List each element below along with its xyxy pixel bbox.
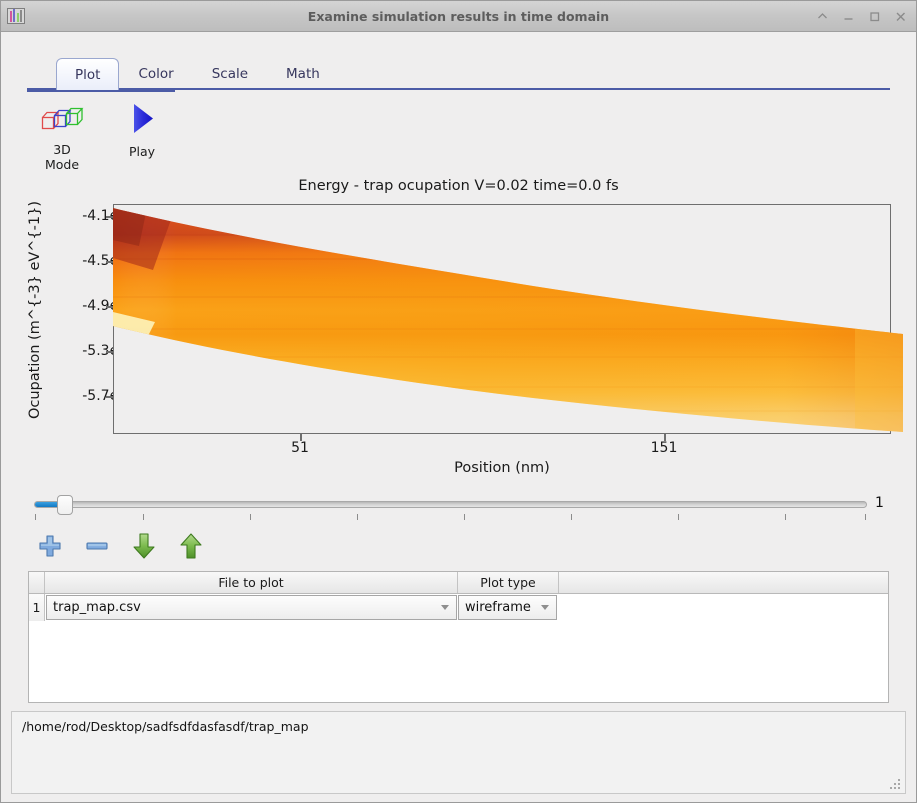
chevron-down-icon — [441, 605, 449, 610]
x-tick-label-0: 51 — [291, 440, 309, 456]
tab-color[interactable]: Color — [119, 58, 192, 89]
minimize-button[interactable] — [841, 9, 856, 24]
slider-tick — [35, 514, 36, 520]
plot-type-value: wireframe — [465, 600, 531, 615]
slider-tick — [143, 514, 144, 520]
table-header-filler — [559, 572, 888, 593]
tab-math[interactable]: Math — [267, 58, 339, 89]
plot-files-table: File to plot Plot type 1 trap_map.csv wi… — [28, 571, 889, 703]
three-cubes-icon — [40, 102, 84, 140]
toolbar: 3D Mode — [1, 94, 916, 172]
plot-area: Energy - trap ocupation V=0.02 time=0.0 … — [1, 178, 916, 483]
title-bar: Examine simulation results in time domai… — [1, 1, 916, 32]
file-to-plot-dropdown[interactable]: trap_map.csv — [46, 595, 457, 620]
play-label: Play — [129, 144, 155, 159]
tab-plot-label: Plot — [75, 67, 100, 83]
window-controls — [815, 9, 908, 24]
3d-mode-label-line2: Mode — [45, 157, 79, 172]
y-tick-mark-0 — [106, 216, 113, 218]
tab-color-label: Color — [138, 66, 173, 82]
table-row: 1 trap_map.csv wireframe — [29, 594, 888, 621]
status-bar: /home/rod/Desktop/sadfsdfdasfasdf/trap_m… — [11, 711, 906, 794]
time-slider[interactable] — [34, 501, 867, 508]
play-button[interactable]: Play — [111, 100, 173, 155]
move-down-button[interactable] — [130, 531, 158, 561]
table-corner-cell — [29, 572, 45, 593]
slider-tick — [464, 514, 465, 520]
add-row-button[interactable] — [36, 531, 64, 561]
x-tick-label-1: 151 — [651, 440, 678, 456]
bar-chart-icon — [7, 8, 25, 24]
rollup-button[interactable] — [815, 9, 830, 24]
resize-grip[interactable] — [890, 779, 901, 790]
close-button[interactable] — [893, 9, 908, 24]
slider-tick — [785, 514, 786, 520]
table-row-index[interactable]: 1 — [29, 594, 45, 621]
3d-mode-button[interactable]: 3D Mode — [31, 102, 93, 172]
y-tick-mark-2 — [106, 306, 113, 308]
slider-tick — [678, 514, 679, 520]
time-slider-value: 1 — [875, 495, 884, 511]
time-slider-row: 1 — [1, 491, 916, 525]
tab-scale[interactable]: Scale — [193, 58, 267, 89]
y-tick-mark-3 — [106, 351, 113, 353]
chart-y-axis-label: Ocupation (m^{-3} eV^{-1}) — [27, 190, 43, 430]
window-title: Examine simulation results in time domai… — [1, 9, 916, 24]
tab-bar: Plot Color Scale Math — [1, 46, 916, 94]
3d-mode-label-line1: 3D — [45, 142, 79, 157]
chart-title: Energy - trap ocupation V=0.02 time=0.0 … — [1, 178, 916, 194]
tab-scale-label: Scale — [212, 66, 248, 82]
y-tick-mark-1 — [106, 261, 113, 263]
row-action-buttons — [1, 525, 916, 567]
slider-tick — [571, 514, 572, 520]
y-tick-mark-4 — [106, 396, 113, 398]
tab-math-label: Math — [286, 66, 320, 82]
maximize-button[interactable] — [867, 9, 882, 24]
play-triangle-icon — [125, 100, 159, 138]
slider-tick — [357, 514, 358, 520]
application-window: Examine simulation results in time domai… — [0, 0, 917, 803]
tab-plot[interactable]: Plot — [56, 58, 119, 90]
move-up-button[interactable] — [177, 531, 205, 561]
slider-tick — [250, 514, 251, 520]
client-area: Plot Color Scale Math — [1, 32, 916, 802]
status-path-text: /home/rod/Desktop/sadfsdfdasfasdf/trap_m… — [22, 719, 309, 734]
remove-row-button[interactable] — [83, 531, 111, 561]
chart-x-axis-label: Position (nm) — [113, 460, 891, 476]
chevron-down-icon — [541, 605, 549, 610]
table-header-file-to-plot[interactable]: File to plot — [45, 572, 458, 593]
chart-plot-frame — [113, 204, 891, 434]
plot-type-dropdown[interactable]: wireframe — [458, 595, 557, 620]
slider-tick — [865, 514, 866, 520]
file-to-plot-value: trap_map.csv — [53, 600, 141, 615]
table-header-plot-type[interactable]: Plot type — [458, 572, 559, 593]
time-slider-handle[interactable] — [57, 495, 73, 515]
table-header-row: File to plot Plot type — [29, 572, 888, 594]
